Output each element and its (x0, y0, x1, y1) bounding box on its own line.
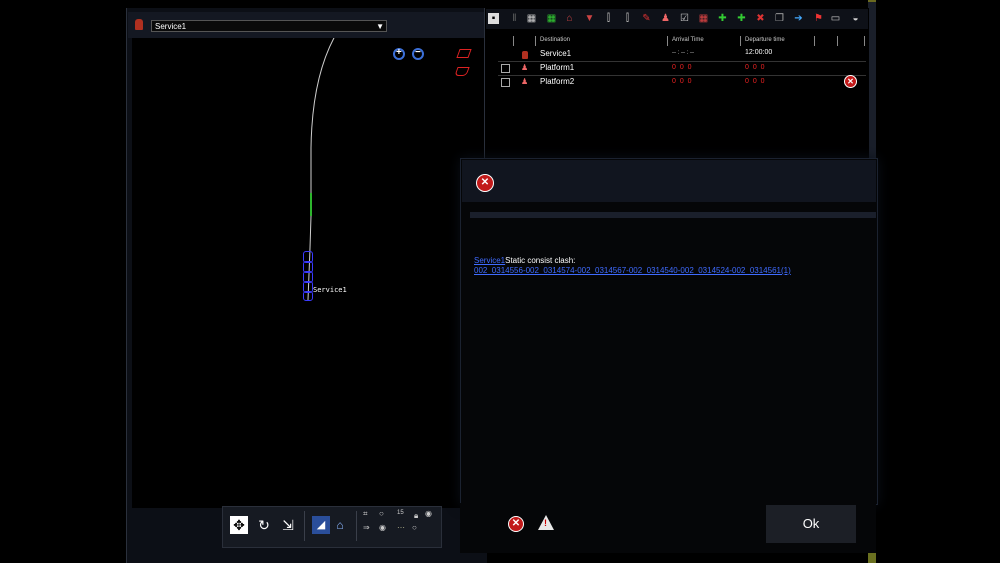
marker-icon[interactable]: ǁ (509, 13, 520, 24)
destination-cell: Platform2 (540, 77, 575, 86)
row-divider (498, 75, 866, 76)
departure-cell: 0 0 0 (745, 78, 766, 85)
link-icon[interactable]: ⋯ (397, 523, 405, 532)
service-dropdown[interactable]: Service1 ▼ (151, 20, 387, 32)
row-divider (498, 61, 866, 62)
departure-cell: 0 0 0 (745, 64, 766, 71)
departure-cell: 12:00:00 (745, 49, 773, 56)
radio-a-icon[interactable]: ○ (379, 509, 384, 518)
people-icon[interactable]: ♟ (660, 13, 671, 24)
consist-link[interactable]: 002_0314556-002_0314574-002_0314567-002_… (474, 266, 791, 275)
col-divider (740, 36, 741, 46)
service-dropdown-value: Service1 (155, 22, 187, 31)
radio-d-icon[interactable]: ○ (412, 523, 417, 532)
grid-icon[interactable]: ▦ (526, 13, 537, 24)
terrain-strip-top (868, 0, 876, 2)
dialog-message: Service1Static consist clash: 002_031455… (474, 256, 791, 276)
grid-snap-icon[interactable]: ⌗ (363, 509, 368, 519)
arrival-cell: 0 0 0 (672, 64, 693, 71)
row-checkbox[interactable] (501, 78, 510, 87)
zoom-out-icon[interactable]: − (412, 47, 424, 60)
station-icon[interactable]: ⌂ (564, 13, 575, 24)
radio-c-icon[interactable]: ◉ (379, 523, 386, 532)
error-icon: ✕ (476, 174, 494, 192)
service-link[interactable]: Service1 (474, 256, 505, 265)
track-line (310, 35, 336, 198)
resize-icon[interactable]: ⇲ (279, 516, 297, 534)
col-divider (535, 36, 536, 46)
home-icon[interactable]: ⌂ (331, 516, 349, 534)
col-divider (667, 36, 668, 46)
lock-icon[interactable]: 🔒︎ (414, 511, 418, 521)
destination-cell: Platform1 (540, 63, 575, 72)
checklist-icon[interactable]: ☑ (679, 13, 690, 24)
add-icon[interactable]: ✚ (736, 13, 747, 24)
grid-green-icon[interactable]: ▦ (546, 13, 557, 24)
zoom-in-icon[interactable]: + (393, 47, 405, 60)
message-dialog (460, 158, 878, 505)
col-arrival: Arrival Time (672, 37, 704, 43)
col-divider (864, 36, 865, 46)
table-row[interactable]: Service1 -- : -- : -- 12:00:00 (498, 49, 868, 61)
train-icon[interactable]: ⇒ (363, 523, 370, 532)
chevron-down-icon: ▼ (376, 22, 384, 31)
service-icon (522, 51, 528, 59)
col-divider (513, 36, 514, 46)
people-icon: ♟ (521, 63, 529, 72)
copy-icon[interactable]: ❐ (774, 13, 785, 24)
table-row[interactable]: ♟ Platform2 0 0 0 0 0 0 ✕ (498, 75, 868, 89)
col-destination: Destination (540, 37, 571, 43)
driver-icon[interactable]: ◢ (312, 516, 330, 534)
train-consist[interactable] (303, 251, 313, 301)
vehicle-icon[interactable]: ◒ (850, 13, 861, 24)
service-icon (135, 19, 143, 30)
radio-b-icon[interactable]: ◉ (425, 509, 432, 518)
arrival-cell: 0 0 0 (672, 78, 693, 85)
remove-icon[interactable]: ✖ (755, 13, 766, 24)
toolbar-divider (304, 511, 305, 541)
error-filter-icon[interactable]: ✕ (508, 516, 524, 532)
timetable-header: Destination Arrival Time Departure time (498, 36, 868, 46)
people-icon: ♟ (521, 77, 529, 86)
col-divider (837, 36, 838, 46)
row-checkbox[interactable] (501, 64, 510, 73)
ok-button[interactable]: Ok (766, 505, 856, 543)
destination-cell: Service1 (540, 49, 572, 58)
split-icon[interactable]: ⫿ (603, 13, 614, 24)
pickup-icon[interactable]: ✎ (641, 13, 652, 24)
table-row[interactable]: ♟ Platform1 0 0 0 0 0 0 (498, 63, 868, 75)
warning-filter-icon[interactable]: ! (538, 515, 554, 530)
toolbar-divider (356, 511, 357, 541)
col-divider (814, 36, 815, 46)
timetable-toolbar (486, 9, 868, 29)
flag-icon[interactable]: ⚑ (813, 13, 824, 24)
row-error-icon[interactable]: ✕ (844, 75, 857, 88)
zoom-level-value: 15 (397, 510, 404, 516)
rotate-icon[interactable]: ↻ (255, 516, 273, 534)
save-icon[interactable]: ▪ (488, 13, 499, 24)
message-text: Static consist clash: (505, 256, 576, 265)
move-arrows-icon[interactable]: ✥ (230, 516, 248, 534)
dialog-header (462, 160, 876, 202)
keyboard-icon[interactable]: ▭ (830, 13, 841, 24)
export-icon[interactable]: ➔ (793, 13, 804, 24)
consist-grid-icon[interactable]: ▦ (698, 13, 709, 24)
col-departure: Departure time (745, 37, 785, 43)
arrival-cell: -- : -- : -- (672, 50, 694, 56)
dialog-divider (470, 212, 876, 218)
couple-icon[interactable]: ⫿ (622, 13, 633, 24)
service-marker-label: Service1 (313, 286, 347, 294)
waypoint-icon[interactable]: ▼ (584, 13, 595, 24)
add-train-icon[interactable]: ✚ (717, 13, 728, 24)
